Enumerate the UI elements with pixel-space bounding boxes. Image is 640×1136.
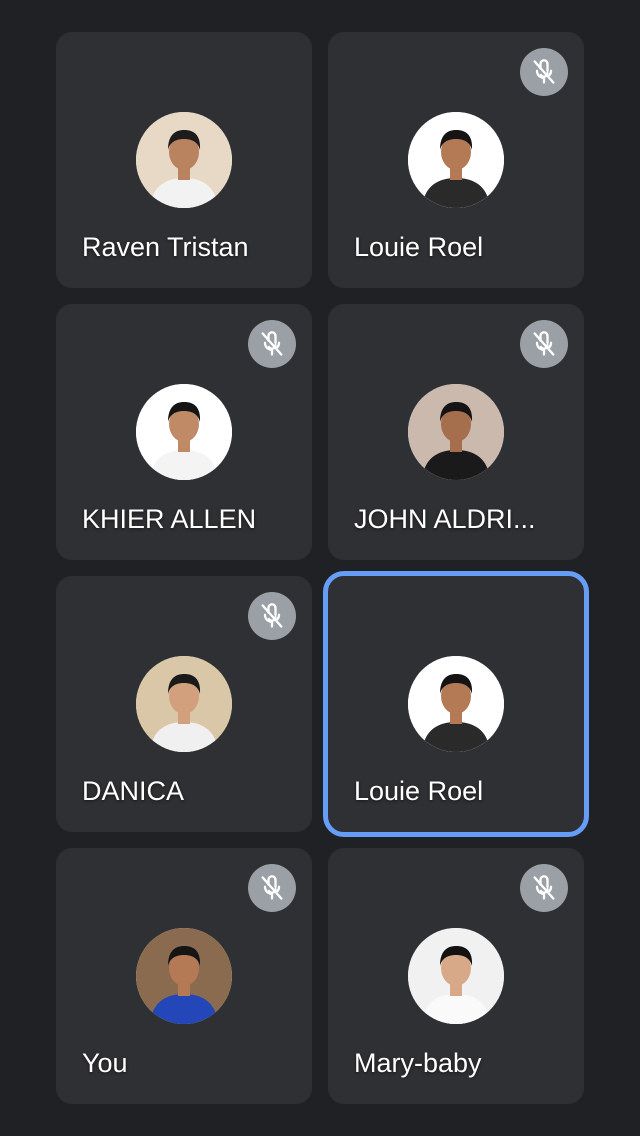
participant-tile[interactable]: You [56, 848, 312, 1104]
user-photo-icon [136, 928, 232, 1024]
participant-tile[interactable]: Mary-baby [328, 848, 584, 1104]
user-photo-icon [408, 928, 504, 1024]
mic-off-icon [248, 864, 296, 912]
participant-name: You [82, 1048, 128, 1078]
participant-name: JOHN ALDRI... [354, 504, 536, 534]
participant-tile[interactable]: KHIER ALLEN [56, 304, 312, 560]
participant-grid: Raven Tristan Louie Roel KHIER ALLEN JOH… [0, 0, 640, 1136]
participant-name: Louie Roel [354, 232, 484, 262]
user-photo-icon [408, 656, 504, 752]
participant-tile[interactable]: Louie Roel [328, 32, 584, 288]
participant-tile[interactable]: JOHN ALDRI... [328, 304, 584, 560]
participant-tile[interactable]: DANICA [56, 576, 312, 832]
participant-tile-active[interactable]: Louie Roel [323, 571, 589, 837]
mic-off-icon [248, 320, 296, 368]
user-photo-icon [136, 112, 232, 208]
participant-name: Raven Tristan [82, 232, 249, 262]
mic-off-icon [520, 864, 568, 912]
mic-off-icon [248, 592, 296, 640]
user-photo-icon [136, 656, 232, 752]
mic-off-icon [520, 320, 568, 368]
participant-name: DANICA [82, 776, 185, 806]
participant-name: Louie Roel [354, 776, 484, 806]
mic-off-icon [520, 48, 568, 96]
participant-tile[interactable]: Raven Tristan [56, 32, 312, 288]
participant-name: Mary-baby [354, 1048, 482, 1078]
user-photo-icon [408, 112, 504, 208]
user-photo-icon [136, 384, 232, 480]
user-photo-icon [408, 384, 504, 480]
participant-name: KHIER ALLEN [82, 504, 257, 534]
